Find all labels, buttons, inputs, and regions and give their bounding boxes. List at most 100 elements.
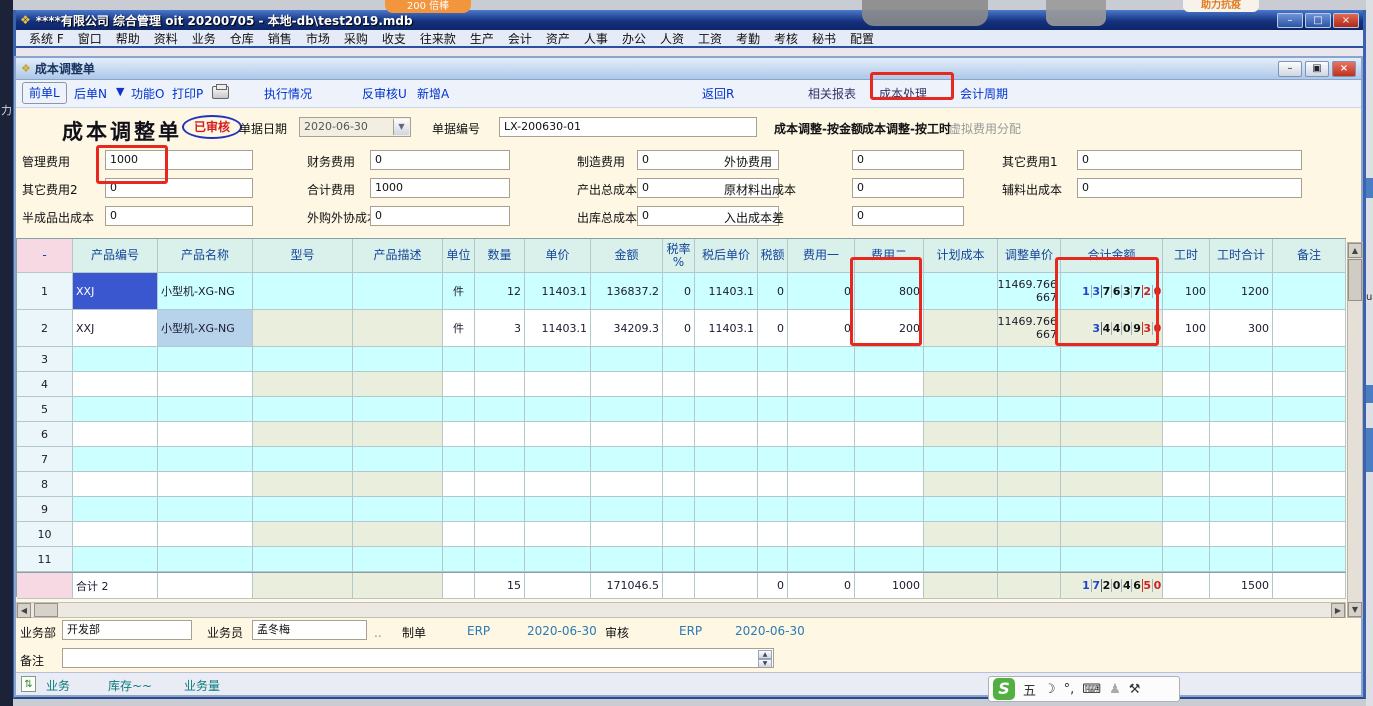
cell-fee2[interactable] [855,397,924,422]
cell-adj[interactable] [998,522,1061,547]
cell-adj[interactable] [998,497,1061,522]
next-doc-button[interactable]: 后单N [74,85,107,102]
cell-note[interactable] [1273,273,1346,310]
cell-desc[interactable] [353,472,443,497]
cell-code[interactable]: 合计 2 [73,573,158,599]
cell-hours[interactable]: 100 [1163,310,1210,347]
cell-tax[interactable] [758,372,788,397]
cell-taxrate[interactable] [663,447,695,472]
cell-hours[interactable] [1163,472,1210,497]
cell-price[interactable] [525,547,591,572]
cell-fee2[interactable] [855,372,924,397]
cell-note[interactable] [1273,497,1346,522]
related-reports-button[interactable]: 相关报表 [808,85,856,102]
cell-plan[interactable] [924,422,998,447]
cell-note[interactable] [1273,522,1346,547]
menu-item-18[interactable]: 考勤 [729,30,767,47]
cell-fee1[interactable] [788,397,855,422]
cell-price_at[interactable]: 11403.1 [695,310,758,347]
cell-desc[interactable] [353,573,443,599]
cell-plan[interactable] [924,547,998,572]
unaudit-button[interactable]: 反审核U [362,85,407,102]
child-minimize-button[interactable]: – [1278,61,1302,77]
functions-button[interactable]: 功能O [131,85,164,102]
cell-hours[interactable] [1163,522,1210,547]
cell-name[interactable] [158,397,253,422]
doc-date-input[interactable]: 2020-06-30 ▼ [299,117,411,137]
cell-price_at[interactable] [695,397,758,422]
menu-item-4[interactable]: 业务 [185,30,223,47]
child-maximize-button[interactable]: ▣ [1305,61,1329,77]
calendar-dropdown-button[interactable]: ▼ [393,119,409,135]
fee-input-11[interactable]: 0 [370,206,510,226]
cell-hours_total[interactable] [1210,372,1273,397]
cell-amount[interactable] [591,447,663,472]
cell-unit[interactable] [443,547,475,572]
cell-tax[interactable] [758,422,788,447]
cell-hours[interactable] [1163,372,1210,397]
column-header-1[interactable]: 产品编号 [73,239,158,273]
menu-item-6[interactable]: 销售 [261,30,299,47]
menu-item-8[interactable]: 采购 [337,30,375,47]
table-vertical-scrollbar[interactable]: ▲ ▼ [1347,242,1363,618]
cell-hours_total[interactable] [1210,447,1273,472]
cell-name[interactable]: 小型机-XG-NG [158,273,253,310]
cell-amount[interactable] [591,397,663,422]
punctuation-icon[interactable]: °, [1064,682,1075,697]
hscroll-thumb[interactable] [34,603,58,617]
cell-amount[interactable] [591,472,663,497]
cell-taxrate[interactable] [663,397,695,422]
cell-code[interactable] [73,547,158,572]
cell-grid[interactable] [1061,347,1163,372]
cell-unit[interactable] [443,447,475,472]
menu-item-0[interactable]: 系统 F [22,30,71,47]
cell-unit[interactable] [443,422,475,447]
accounting-period-button[interactable]: 会计周期 [960,85,1008,102]
cell-hours_total[interactable]: 1500 [1210,573,1273,599]
fee-input-13[interactable]: 0 [852,206,964,226]
cell-price[interactable] [525,522,591,547]
link-adjust-by-amount[interactable]: 成本调整-按金额 [774,120,863,137]
cell-note[interactable] [1273,397,1346,422]
cell-grid[interactable] [1061,422,1163,447]
cell-price_at[interactable] [695,573,758,599]
maximize-button[interactable]: □ [1305,13,1331,28]
cell-qty[interactable] [475,447,525,472]
table-horizontal-scrollbar[interactable]: ◀ ▶ [16,602,1346,618]
cell-qty[interactable]: 12 [475,273,525,310]
note-input[interactable]: ▲▼ [62,648,774,668]
cell-fee1[interactable] [788,447,855,472]
menu-item-10[interactable]: 往来款 [413,30,463,47]
cell-plan[interactable] [924,497,998,522]
cell-fee2[interactable] [855,547,924,572]
cell-grid[interactable]: 3440930 [1061,310,1163,347]
scroll-left-button[interactable]: ◀ [17,603,31,618]
person-icon[interactable]: ♟ [1109,682,1121,697]
cell-fee1[interactable] [788,347,855,372]
cell-grid[interactable] [1061,547,1163,572]
cell-unit[interactable]: 件 [443,273,475,310]
cell-model[interactable] [253,447,353,472]
cell-model[interactable] [253,397,353,422]
agent-input[interactable]: 孟冬梅 [252,620,367,640]
cell-fee1[interactable] [788,497,855,522]
cell-plan[interactable] [924,397,998,422]
cell-price[interactable] [525,372,591,397]
column-header-7[interactable]: 单价 [525,239,591,273]
print-button[interactable]: 打印P [172,85,203,102]
cell-note[interactable] [1273,547,1346,572]
cell-unit[interactable] [443,397,475,422]
doc-number-input[interactable]: LX-200630-01 [499,117,757,137]
column-header-17[interactable]: 工时 [1163,239,1210,273]
menu-item-9[interactable]: 收支 [375,30,413,47]
cell-qty[interactable] [475,547,525,572]
cell-hours_total[interactable] [1210,547,1273,572]
cost-processing-button[interactable]: 成本处理 [879,85,927,102]
column-header-16[interactable]: 合计金额 [1061,239,1163,273]
cell-hours[interactable] [1163,422,1210,447]
cell-fee2[interactable]: 800 [855,273,924,310]
cell-fee1[interactable] [788,422,855,447]
cell-price[interactable] [525,472,591,497]
cell-adj[interactable] [998,547,1061,572]
cell-hours[interactable]: 100 [1163,273,1210,310]
